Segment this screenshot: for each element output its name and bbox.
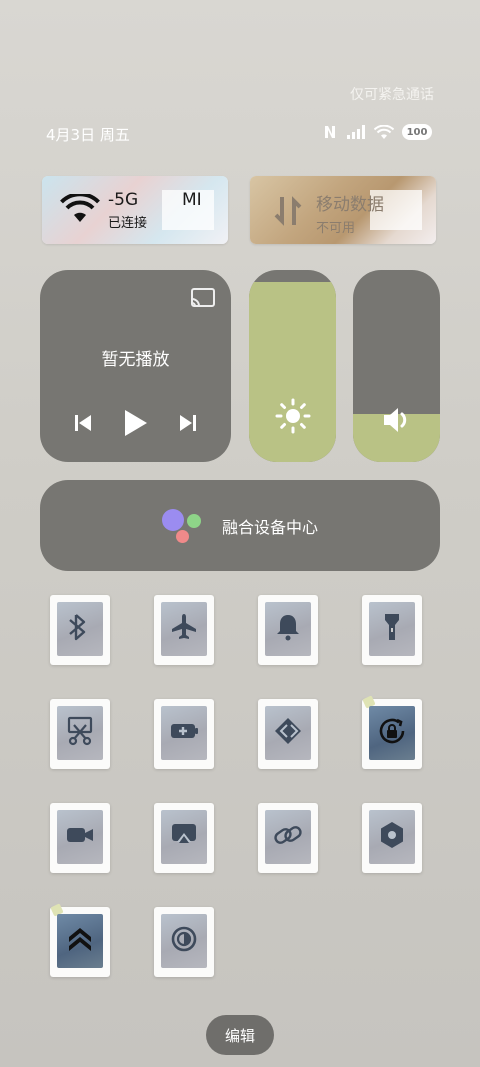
hub-logo-icon [161,508,202,543]
next-icon[interactable] [177,412,199,438]
toggle-settings[interactable] [362,803,422,873]
play-icon[interactable] [121,408,149,442]
wifi-tile[interactable]: -5G 已连接 MI [42,176,228,244]
wifi-icon [374,124,394,140]
contrast-icon [168,923,200,959]
chevrons-up-icon [64,923,96,959]
video-icon [64,819,96,855]
mobile-data-status: 不可用 [316,221,356,236]
date-label: 4月3日 周五 [46,126,130,144]
toggle-screenshot[interactable] [50,699,110,769]
scissors-icon [64,715,96,751]
media-player-card[interactable]: 暂无播放 [40,270,231,462]
toggle-link[interactable] [258,803,318,873]
hub-label: 融合设备中心 [221,517,318,537]
cast-icon[interactable] [189,287,217,313]
toggle-dark-mode[interactable] [154,907,214,977]
toggle-cast[interactable] [154,803,214,873]
emergency-only-notice: 仅可紧急通话 [350,87,434,103]
toggle-shortcut[interactable] [258,699,318,769]
edit-button[interactable]: 编辑 [206,1015,274,1055]
battery-plus-icon [168,715,200,751]
mobile-data-icon [268,194,308,232]
volume-slider[interactable] [353,270,440,462]
sun-icon [275,398,311,438]
link-icon [272,819,304,855]
wifi-extra-label: MI [182,190,202,210]
bluetooth-icon [64,611,96,647]
toggle-ringer[interactable] [258,595,318,665]
wifi-icon [60,192,100,228]
toggle-rotation-lock[interactable] [362,695,422,769]
rotation-lock-icon [376,715,408,751]
hexagon-settings-icon [376,819,408,855]
speaker-icon [381,406,413,438]
brightness-slider[interactable] [249,270,336,462]
wifi-status: 已连接 [108,216,148,231]
mobile-data-tile[interactable]: 移动数据 不可用 [250,176,436,244]
battery-icon: 100 [402,124,432,140]
media-title: 暂无播放 [101,350,170,370]
previous-icon[interactable] [72,412,94,438]
mobile-data-title: 移动数据 [316,195,384,215]
toggle-airplane[interactable] [154,595,214,665]
toggle-boost[interactable] [50,903,110,977]
signal-icon [346,125,366,139]
status-icons: 100 [322,124,432,140]
bell-icon [272,611,304,647]
flashlight-icon [376,611,408,647]
toggle-screen-record[interactable] [50,803,110,873]
device-hub-button[interactable]: 融合设备中心 [40,480,440,571]
airplane-icon [168,611,200,647]
nfc-icon [322,124,338,140]
shortcut-icon [272,715,304,751]
toggle-battery-saver[interactable] [154,699,214,769]
wifi-name: -5G [108,190,139,210]
toggle-flashlight[interactable] [362,595,422,665]
cast-screen-icon [168,819,200,855]
toggle-bluetooth[interactable] [50,595,110,665]
